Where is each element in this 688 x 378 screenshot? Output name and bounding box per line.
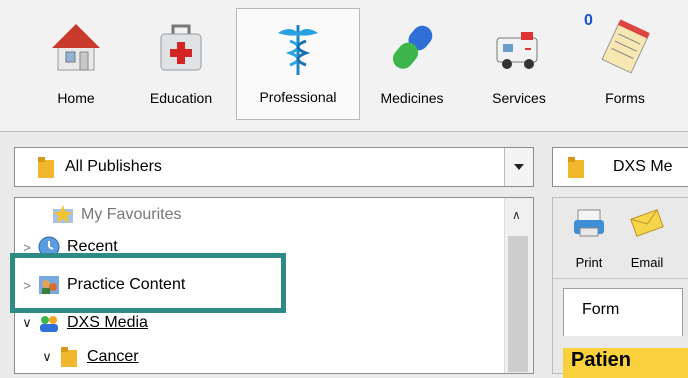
toolbar-forms-label: Forms — [605, 90, 645, 106]
panel-separator — [553, 278, 688, 279]
publisher-select[interactable]: All Publishers — [14, 147, 534, 187]
folder-icon — [61, 347, 77, 367]
folder-icon — [38, 157, 54, 178]
main-toolbar: Home Education Professional Medicines Se… — [0, 0, 688, 132]
caduceus-icon — [278, 25, 318, 75]
tree-item-cancer[interactable]: ∨ Cancer — [37, 342, 139, 372]
capsule-icon — [393, 25, 433, 69]
house-icon — [52, 24, 100, 71]
toolbar-professional-button[interactable]: Professional — [236, 8, 360, 120]
email-button[interactable]: Email — [619, 206, 675, 270]
toolbar-forms-button[interactable]: 0 Forms — [580, 8, 670, 120]
folder-icon — [568, 157, 584, 178]
toolbar-education-button[interactable]: Education — [136, 8, 226, 120]
tab-form-label: Form — [582, 301, 620, 318]
print-label: Print — [575, 255, 603, 270]
toolbar-separator — [0, 131, 688, 132]
email-label: Email — [630, 255, 664, 270]
ambulance-icon — [496, 32, 538, 69]
toolbar-medicines-button[interactable]: Medicines — [368, 8, 456, 120]
toolbar-education-label: Education — [149, 90, 213, 106]
document-panel: Print Email Form Patien — [552, 197, 688, 378]
toolbar-services-button[interactable]: Services — [474, 8, 564, 120]
tab-form[interactable]: Form — [563, 288, 683, 336]
first-aid-kit-icon — [160, 24, 202, 71]
tree-item-label: My Favourites — [81, 206, 182, 223]
people-icon — [40, 316, 58, 332]
chevron-down-icon[interactable]: ∨ — [17, 315, 37, 331]
toolbar-home-label: Home — [57, 90, 95, 106]
chevron-down-icon — [514, 164, 524, 170]
star-folder-icon — [53, 205, 73, 223]
tree-item-my-favourites[interactable]: My Favourites — [31, 200, 181, 230]
forms-notepad-icon — [601, 19, 650, 74]
right-combo-value: DXS Me — [613, 158, 673, 175]
tree-item-label: Cancer — [87, 348, 139, 365]
forms-badge: 0 — [584, 12, 593, 29]
highlight-box — [10, 253, 286, 313]
toolbar-medicines-label: Medicines — [380, 90, 444, 106]
scroll-thumb[interactable] — [508, 236, 528, 372]
toolbar-professional-label: Professional — [259, 89, 337, 105]
print-button[interactable]: Print — [561, 206, 617, 270]
printer-icon — [574, 209, 604, 237]
toolbar-services-label: Services — [492, 90, 546, 106]
toolbar-home-button[interactable]: Home — [38, 8, 114, 120]
chevron-down-icon[interactable]: ∨ — [37, 349, 57, 365]
tree-item-label: DXS Media — [67, 314, 148, 331]
right-publisher-combo[interactable]: DXS Me — [552, 147, 688, 187]
publisher-select-value: All Publishers — [65, 158, 162, 175]
publisher-dropdown-button[interactable] — [504, 148, 533, 186]
envelope-icon — [630, 209, 664, 237]
scroll-up-icon[interactable]: ∧ — [512, 208, 521, 222]
patient-header-text: Patien — [571, 349, 632, 371]
tree-scrollbar[interactable]: ∧ — [504, 198, 533, 373]
